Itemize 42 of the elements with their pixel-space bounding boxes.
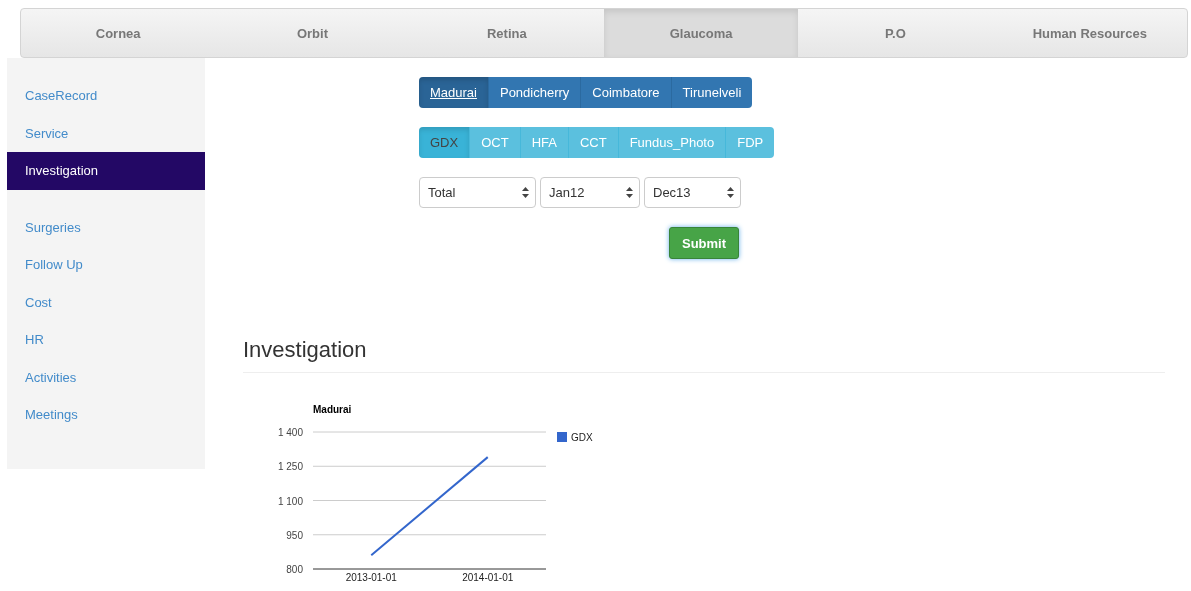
module-button[interactable]: CCT	[568, 127, 619, 158]
y-tick-label: 1 250	[277, 461, 303, 473]
y-tick-label: 1 400	[277, 427, 303, 438]
sidebar-item[interactable]: CaseRecord	[7, 77, 205, 115]
center-button[interactable]: Pondicherry	[488, 77, 582, 108]
x-tick-label: 2013-01-01	[345, 572, 397, 581]
sidebar-item[interactable]: Meetings	[7, 396, 205, 434]
nav-tab[interactable]: P.O	[798, 9, 993, 57]
nav-tab[interactable]: Orbit	[215, 9, 410, 57]
module-button[interactable]: Fundus_Photo	[618, 127, 727, 158]
center-button[interactable]: Tirunelveli	[671, 77, 753, 108]
center-button[interactable]: Coimbatore	[581, 77, 672, 108]
nav-tab[interactable]: Human Resources	[992, 9, 1187, 57]
module-button[interactable]: HFA	[520, 127, 569, 158]
nav-tab[interactable]: Retina	[409, 9, 604, 57]
select-arrows-icon	[727, 187, 734, 198]
submit-button[interactable]: Submit	[669, 227, 740, 259]
sidebar-item[interactable]: Activities	[7, 358, 205, 396]
select-field[interactable]: Total	[419, 177, 536, 208]
center-button[interactable]: Madurai	[419, 77, 489, 108]
nav-tab[interactable]: Cornea	[21, 9, 216, 57]
y-tick-label: 950	[286, 529, 303, 541]
select-arrows-icon	[522, 187, 529, 198]
module-button[interactable]: FDP	[726, 127, 775, 158]
x-tick-label: 2014-01-01	[462, 572, 514, 581]
select-arrows-icon	[626, 187, 633, 198]
legend-label: GDX	[571, 432, 593, 443]
module-button[interactable]: GDX	[419, 127, 471, 158]
sidebar-item[interactable]: Follow Up	[7, 246, 205, 284]
sidebar-item[interactable]: Service	[7, 114, 205, 152]
section-heading: Investigation	[243, 339, 368, 361]
sidebar-item[interactable]: Cost	[7, 283, 205, 321]
sidebar-item[interactable]: Investigation	[7, 152, 205, 190]
select-field[interactable]: Jan12	[540, 177, 640, 208]
sidebar-item[interactable]: HR	[7, 321, 205, 359]
select-field[interactable]: Dec13	[644, 177, 741, 208]
sidebar-item[interactable]: Surgeries	[7, 208, 205, 246]
y-tick-label: 1 100	[277, 495, 303, 507]
y-tick-label: 800	[286, 564, 303, 575]
chart-title: Madurai	[313, 404, 352, 415]
nav-tab[interactable]: Glaucoma	[604, 9, 799, 57]
module-button[interactable]: OCT	[470, 127, 521, 158]
